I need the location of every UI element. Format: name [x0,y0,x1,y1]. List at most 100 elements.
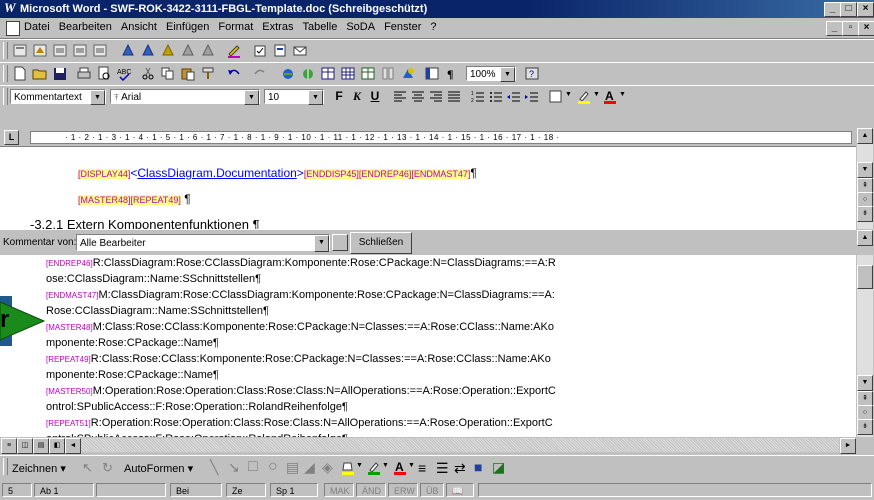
menu-help[interactable]: ? [430,21,436,33]
minimize-button[interactable]: _ [824,2,841,17]
chevron-down-icon[interactable]: ▼ [593,91,600,98]
align-right-icon[interactable] [428,89,444,104]
borders-icon[interactable] [548,89,564,104]
print-icon[interactable] [76,66,92,81]
chevron-down-icon[interactable]: ▼ [356,462,363,469]
reviewer-select[interactable]: Alle Bearbeiter ▼ [76,234,330,252]
font-select[interactable]: Ŧ Arial ▼ [110,89,260,105]
underline-button[interactable]: U [366,89,384,104]
spelling-status-icon[interactable]: 📖 [446,483,474,497]
toolbar-grip[interactable] [3,458,8,475]
line-style-icon[interactable]: ≡ [418,460,426,476]
menu-fenster[interactable]: Fenster [384,21,421,33]
draw-font-color-icon[interactable]: A [392,460,408,475]
increase-indent-icon[interactable] [524,89,540,104]
chevron-down-icon[interactable]: ▼ [314,235,329,252]
tables-borders-icon[interactable] [320,66,336,81]
paste-icon[interactable] [180,66,196,81]
dash-style-icon[interactable]: ☰ [436,460,449,477]
document-icon[interactable] [6,21,20,36]
draw-menu[interactable]: Zeichnen ▾ [12,462,66,475]
oval-icon[interactable]: ○ [268,458,278,476]
print-preview-icon[interactable] [96,66,112,81]
soda-icon-1[interactable] [12,43,28,58]
scroll-left-button[interactable]: ◄ [65,438,81,454]
doc-close-button[interactable]: × [858,21,874,36]
document-area[interactable]: [DISPLAY44]<ClassDiagram.Documentation>[… [0,147,856,229]
soda-icon-3[interactable] [52,43,68,58]
font-color-icon[interactable]: A [602,89,618,104]
toolbar-grip[interactable] [3,42,8,59]
menu-bearbeiten[interactable]: Bearbeiten [59,21,112,33]
drawing-icon[interactable] [400,66,416,81]
line-color-icon[interactable] [366,460,382,475]
next-page-button[interactable]: ⇟ [857,206,873,222]
form-icon[interactable] [272,43,288,58]
insert-table-icon[interactable] [340,66,356,81]
bullet-list-icon[interactable] [488,89,504,104]
zoom-select[interactable]: 100% ▼ [466,66,516,82]
bold-button[interactable]: F [330,89,348,104]
normal-view-icon[interactable]: ≡ [1,438,17,454]
chevron-down-icon[interactable]: ▼ [90,90,105,105]
checkbox-icon[interactable] [252,43,268,58]
ruler-track[interactable]: · 1 · 2 · 1 · 3 · 1 · 4 · 1 · 5 · 1 · 6 … [30,131,852,144]
menu-datei[interactable]: Datei [24,21,50,33]
format-painter-icon[interactable] [200,66,216,81]
menu-soda[interactable]: SoDA [346,21,375,33]
ruler[interactable]: L · 1 · 2 · 1 · 3 · 1 · 4 · 1 · 5 · 1 · … [0,128,856,147]
outline-view-icon[interactable]: ◧ [49,438,65,454]
align-left-icon[interactable] [392,89,408,104]
soda-icon-10[interactable] [200,43,216,58]
status-extend[interactable]: ERW [388,483,418,497]
soda-icon-6[interactable] [120,43,136,58]
fill-color-icon[interactable] [340,460,356,475]
textbox-icon[interactable]: ▤ [286,459,299,476]
soda-icon-5[interactable] [92,43,108,58]
chevron-down-icon[interactable]: ▼ [500,67,515,82]
status-track-changes[interactable]: ÄND [356,483,386,497]
open-folder-icon[interactable] [32,66,48,81]
comment-pane[interactable]: [ENDREP46]R:ClassDiagram:Rose:CClassDiag… [0,255,856,443]
clipart-icon[interactable]: ◈ [322,459,333,476]
menu-extras[interactable]: Extras [262,21,293,33]
italic-button[interactable]: K [348,89,366,104]
document-map-icon[interactable] [424,66,440,81]
scroll-up-button[interactable]: ▲ [857,230,873,246]
arrow-icon[interactable]: ↘ [228,459,240,476]
mail-icon[interactable] [292,43,308,58]
scroll-down-button[interactable]: ▼ [857,162,873,178]
status-overtype[interactable]: ÜB [420,483,444,497]
status-macro[interactable]: MAK [324,483,354,497]
redo-icon[interactable] [252,66,268,81]
scroll-right-button[interactable]: ► [840,438,856,454]
style-select[interactable]: Kommentartext ▼ [10,89,106,105]
free-rotate-icon[interactable]: ↻ [102,460,113,476]
soda-icon-7[interactable] [140,43,156,58]
highlight-icon[interactable] [576,89,592,104]
select-objects-icon[interactable]: ↖ [82,460,93,476]
close-window-button[interactable]: × [857,2,874,17]
doc-restore-button[interactable]: ▫ [842,21,859,36]
close-comments-button[interactable]: Schließen [350,232,412,254]
save-icon[interactable] [52,66,68,81]
pen-icon[interactable] [226,43,242,58]
insert-excel-icon[interactable] [360,66,376,81]
document-scrollbar[interactable]: ▲ ▼ ⇞ ○ ⇟ [857,128,873,229]
cut-icon[interactable] [140,66,156,81]
font-size-select[interactable]: 10 ▼ [264,89,324,105]
menu-einfuegen[interactable]: Einfügen [166,21,209,33]
tab-stop-selector[interactable]: L [4,130,19,145]
soda-icon-9[interactable] [180,43,196,58]
horizontal-scroll-track[interactable] [81,438,839,452]
web-toolbar-icon[interactable] [300,66,316,81]
chevron-down-icon[interactable]: ▼ [382,462,389,469]
arrow-style-icon[interactable]: ⇄ [454,460,466,477]
align-center-icon[interactable] [410,89,426,104]
chevron-down-icon[interactable]: ▼ [308,90,323,105]
web-view-icon[interactable]: ◫ [17,438,33,454]
menu-ansicht[interactable]: Ansicht [121,21,157,33]
menu-format[interactable]: Format [218,21,253,33]
soda-icon-8[interactable] [160,43,176,58]
decrease-indent-icon[interactable] [506,89,522,104]
